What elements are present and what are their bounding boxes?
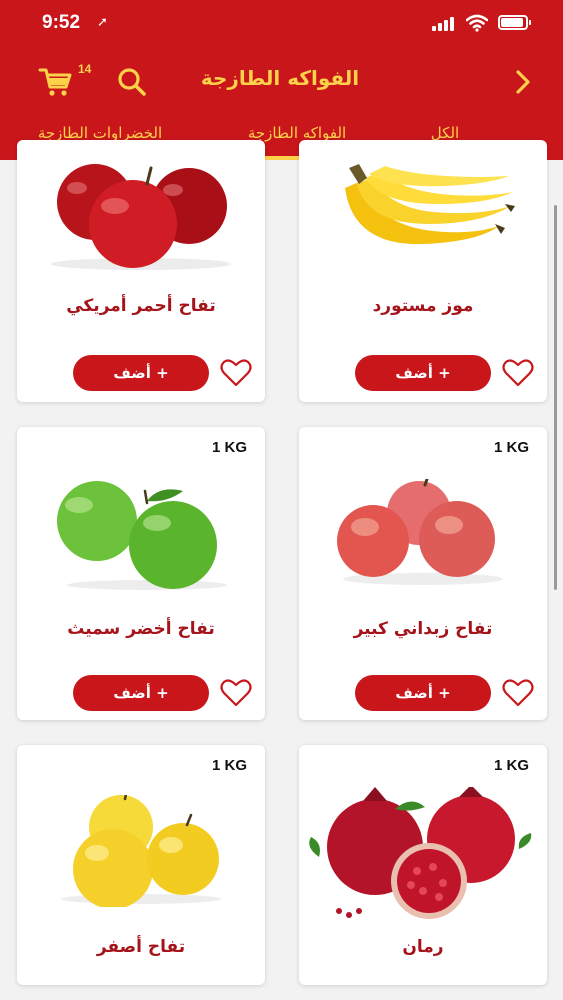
heart-icon[interactable] (219, 678, 253, 708)
page-title: الفواكه الطازجة (200, 66, 360, 90)
app-header: 9:52 ➚ 14 الفواكه الطازجة الكل الفواكه ا… (0, 0, 563, 160)
heart-icon[interactable] (501, 678, 535, 708)
product-weight: 1 KG (493, 439, 529, 456)
product-name: رمان (402, 937, 444, 957)
battery-icon (498, 15, 531, 30)
heart-icon[interactable] (219, 358, 253, 388)
wifi-icon (466, 14, 488, 32)
product-name: تفاح أحمر أمريكي (66, 296, 216, 316)
chevron-right-icon[interactable] (508, 66, 538, 98)
add-to-cart-button[interactable]: + أضف (355, 355, 491, 391)
cart-icon[interactable] (38, 66, 74, 98)
product-image-pomegranates (309, 787, 532, 919)
cart-count-badge: 14 (78, 62, 92, 76)
add-to-cart-button[interactable]: + أضف (73, 355, 209, 391)
product-weight: 1 KG (493, 757, 529, 774)
add-to-cart-button[interactable]: + أضف (73, 675, 209, 711)
product-name: تفاح أصفر (96, 937, 186, 957)
heart-icon[interactable] (501, 358, 535, 388)
product-card[interactable]: 1 KG رمان (299, 745, 547, 985)
product-name: تفاح زبداني كبير (353, 619, 493, 639)
product-image-banana (345, 164, 515, 245)
product-name: تفاح أخضر سميث (67, 619, 215, 639)
product-card[interactable]: 1 KG تفاح أخضر سميث + أضف (17, 427, 265, 720)
status-time: 9:52 (42, 12, 81, 33)
add-to-cart-button[interactable]: + أضف (355, 675, 491, 711)
product-weight: 1 KG (211, 439, 247, 456)
scrollbar[interactable] (554, 205, 557, 590)
top-bar: 14 الفواكه الطازجة (0, 58, 563, 104)
product-image-green-apples (57, 481, 227, 590)
product-image-red-apples (51, 164, 231, 270)
search-icon[interactable] (115, 66, 149, 98)
product-weight: 1 KG (211, 757, 247, 774)
location-arrow-icon: ➚ (97, 15, 108, 30)
cellular-signal-icon (432, 17, 458, 31)
product-card[interactable]: 1 KG تفاح زبداني كبير + أضف (299, 427, 547, 720)
product-image-yellow-apples (61, 795, 221, 907)
product-card[interactable]: موز مستورد + أضف (299, 140, 547, 402)
status-bar: 9:52 ➚ (0, 0, 563, 50)
product-card[interactable]: تفاح أحمر أمريكي + أضف (17, 140, 265, 402)
product-name: موز مستورد (372, 296, 474, 316)
product-image-pink-apples (337, 479, 503, 585)
product-card[interactable]: 1 KG تفاح أصفر (17, 745, 265, 985)
